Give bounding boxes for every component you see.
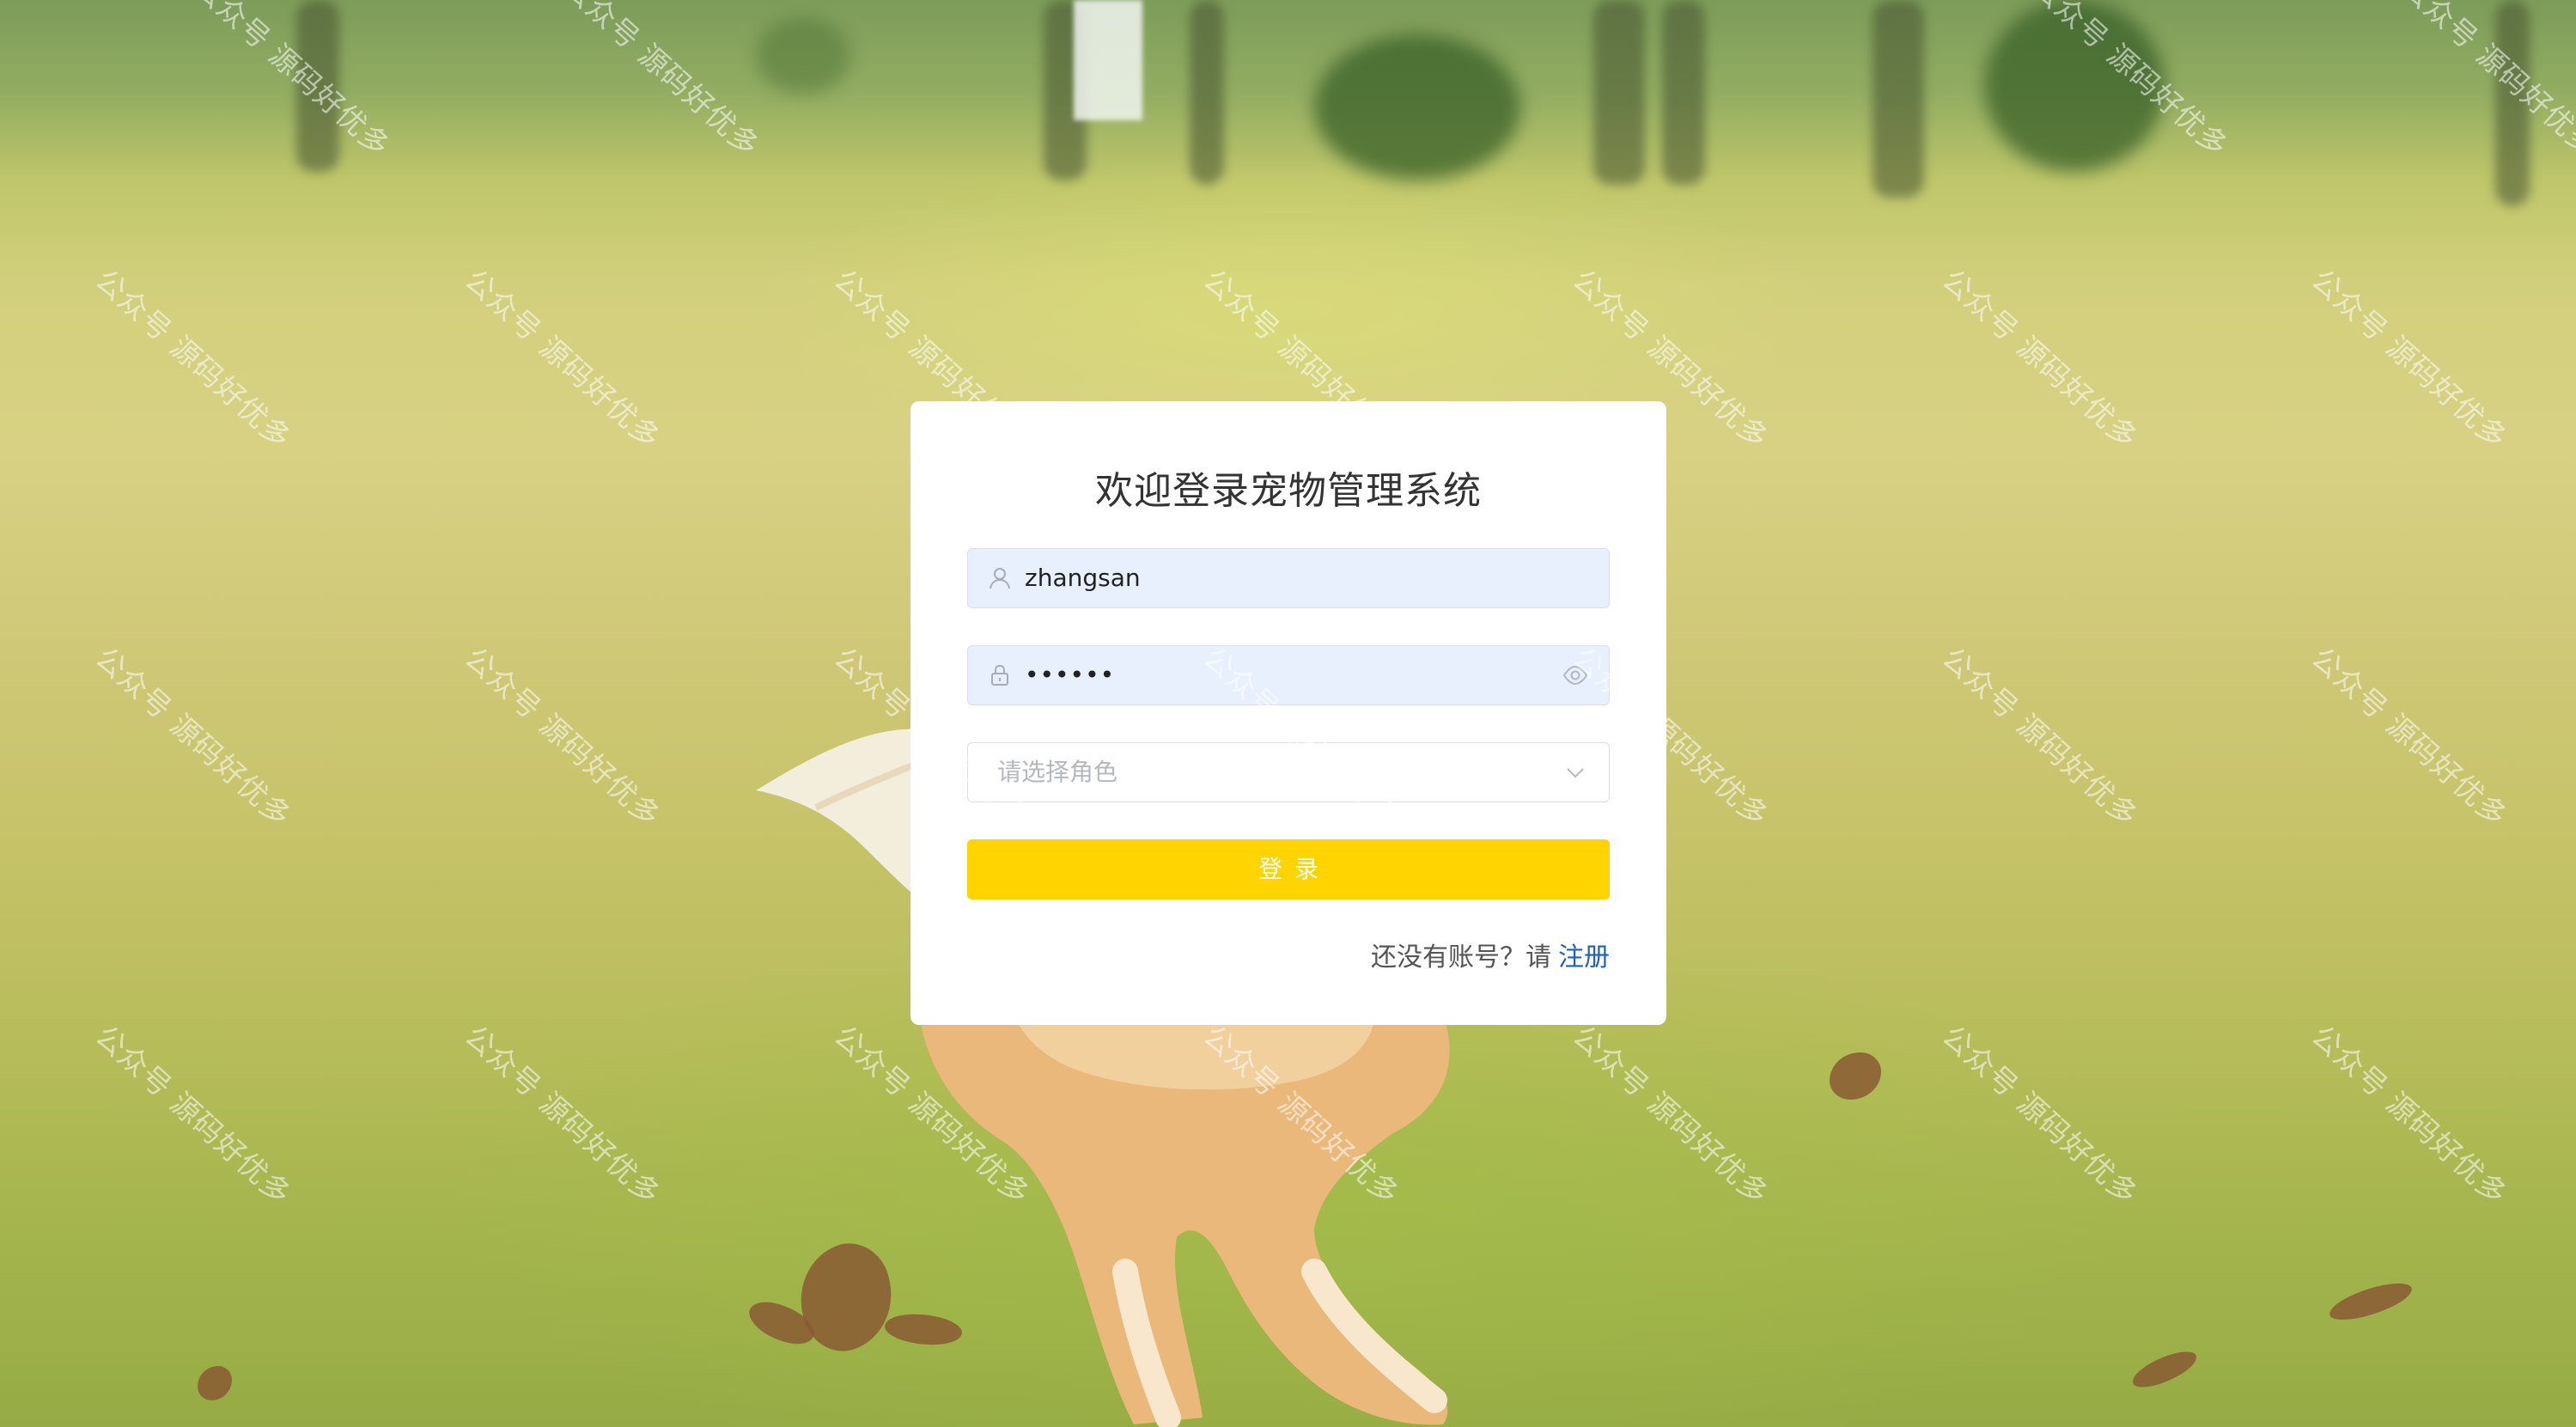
chevron-down-icon: [1567, 768, 1584, 778]
register-link[interactable]: 注册: [1558, 942, 1610, 973]
password-field[interactable]: ••••••: [967, 645, 1610, 705]
tree-trunk: [1662, 0, 1705, 185]
fallen-leaf: [1830, 1052, 1881, 1100]
username-value: zhangsan: [1025, 564, 1141, 592]
white-post: [1074, 0, 1142, 120]
page-title: 欢迎登录宠物管理系统: [1095, 469, 1482, 513]
register-prompt: 还没有账号？请: [1371, 942, 1551, 973]
user-icon: [990, 568, 1010, 589]
tree-trunk: [296, 0, 339, 172]
password-value: ••••••: [1025, 661, 1116, 689]
bush: [1984, 0, 2165, 172]
fallen-leaf: [2325, 1278, 2416, 1326]
username-field[interactable]: zhangsan: [967, 548, 1610, 608]
fallen-leaf: [2128, 1346, 2201, 1393]
tree-trunk: [2495, 0, 2530, 206]
login-card: 欢迎登录宠物管理系统 zhangsan •••••• 请选择角色 登录 还没有账…: [910, 401, 1666, 1025]
role-select-placeholder: 请选择角色: [997, 758, 1118, 786]
tree-trunk: [1190, 0, 1224, 185]
dog-legs: [919, 1014, 1450, 1427]
bush: [756, 17, 850, 95]
tree-trunk: [1873, 0, 1924, 198]
eye-icon[interactable]: [1562, 663, 1588, 687]
login-button[interactable]: 登录: [967, 839, 1610, 899]
role-select[interactable]: 请选择角色: [967, 742, 1610, 802]
bush: [1314, 34, 1520, 180]
lock-icon: [991, 664, 1008, 686]
register-prompt-line: 还没有账号？请 注册: [1371, 936, 1610, 973]
tree-trunk: [1593, 0, 1645, 185]
fallen-leaf: [198, 1366, 232, 1400]
